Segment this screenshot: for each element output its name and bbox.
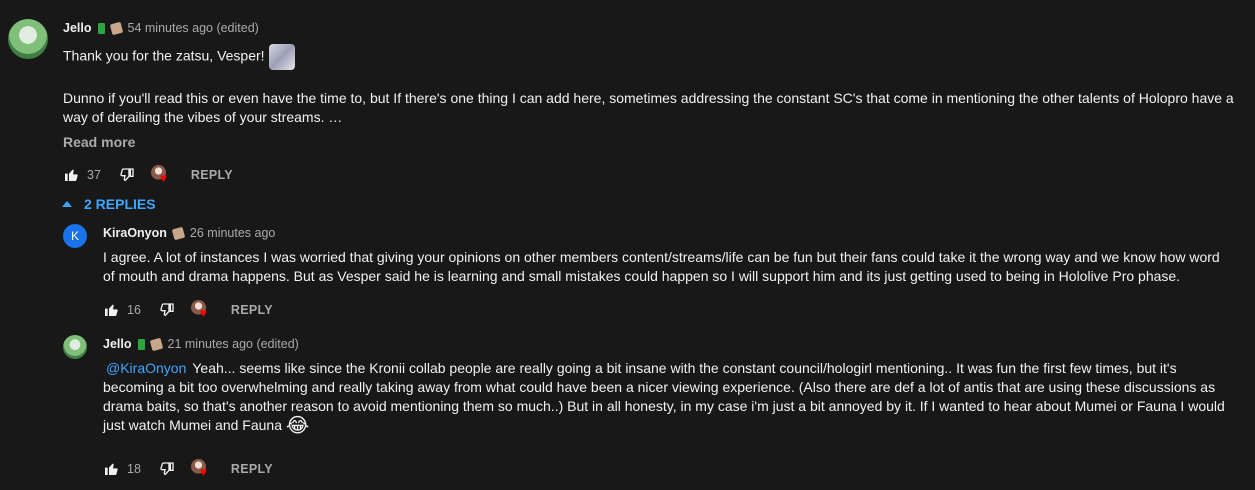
author-name[interactable]: Jello [63,21,92,35]
comment-header: Jello 54 minutes ago (edited) [63,21,259,35]
comment-actions: 37 ♥ REPLY [63,165,233,185]
author-name[interactable]: KiraOnyon [103,226,167,240]
timestamp[interactable]: 21 minutes ago (edited) [168,337,299,351]
like-count: 18 [127,462,141,476]
reply-line: becoming a bit too overwhelming and real… [103,379,1216,395]
heart-icon: ♥ [199,306,208,320]
replies-toggle[interactable]: 2 REPLIES [62,196,156,212]
timestamp[interactable]: 26 minutes ago [190,226,275,240]
sticker-badge-icon [109,21,123,35]
reply-header: Jello 21 minutes ago (edited) [103,337,299,351]
dislike-icon[interactable] [119,167,135,183]
reply-line: drama baits, so that's another reason to… [103,398,1225,414]
like-icon[interactable] [103,302,119,318]
reply-text: @KiraOnyon Yeah... seems like since the K… [103,359,1243,436]
comment-line: way of derailing the vibes of your strea… [63,109,343,125]
creator-heart: ♥ [190,459,213,479]
creator-heart: ♥ [150,165,173,185]
reply-line: just watch Mumei and Fauna [103,417,282,433]
reply-line: of mouth and drama happens. But as Vespe… [103,268,1181,284]
member-badge-icon [97,22,105,34]
reply-line: I agree. A lot of instances I was worrie… [103,249,1220,265]
like-count: 16 [127,303,141,317]
reply-actions: 16 ♥ REPLY [103,300,273,320]
read-more-link[interactable]: Read more [63,134,135,150]
reply-button[interactable]: REPLY [231,303,273,317]
like-icon[interactable] [103,461,119,477]
reply-button[interactable]: REPLY [191,168,233,182]
mention-link[interactable]: @KiraOnyon [106,360,186,376]
reply-header: KiraOnyon 26 minutes ago [103,226,275,240]
avatar[interactable]: K [63,224,87,248]
creator-heart: ♥ [190,300,213,320]
comment-text: Thank you for the zatsu, Vesper! Dunno i… [63,44,1243,127]
dislike-icon[interactable] [159,461,175,477]
like-icon[interactable] [63,167,79,183]
avatar[interactable] [8,19,48,59]
comment-line: Dunno if you'll read this or even have t… [63,90,1234,106]
sticker-badge-icon [171,226,186,240]
heart-icon: ♥ [159,171,168,185]
timestamp[interactable]: 54 minutes ago (edited) [128,21,259,35]
avatar-letter: K [70,229,79,243]
heart-icon: ♥ [199,465,208,479]
replies-toggle-label: 2 REPLIES [84,196,156,212]
reply-line: Yeah... seems like since the Kronii coll… [192,360,1177,376]
like-count: 37 [87,168,101,182]
reply-button[interactable]: REPLY [231,462,273,476]
laughing-emoji-icon: 😂 [285,414,310,437]
sticker-badge-icon [149,337,163,351]
reply-text: I agree. A lot of instances I was worrie… [103,248,1243,286]
comment-line: Thank you for the zatsu, Vesper! [63,47,265,64]
avatar[interactable] [63,335,87,359]
chevron-up-icon [62,201,72,207]
member-badge-icon [137,338,145,350]
dislike-icon[interactable] [159,302,175,318]
reply-actions: 18 ♥ REPLY [103,459,273,479]
custom-emoji-icon [268,44,295,70]
author-name[interactable]: Jello [103,337,132,351]
